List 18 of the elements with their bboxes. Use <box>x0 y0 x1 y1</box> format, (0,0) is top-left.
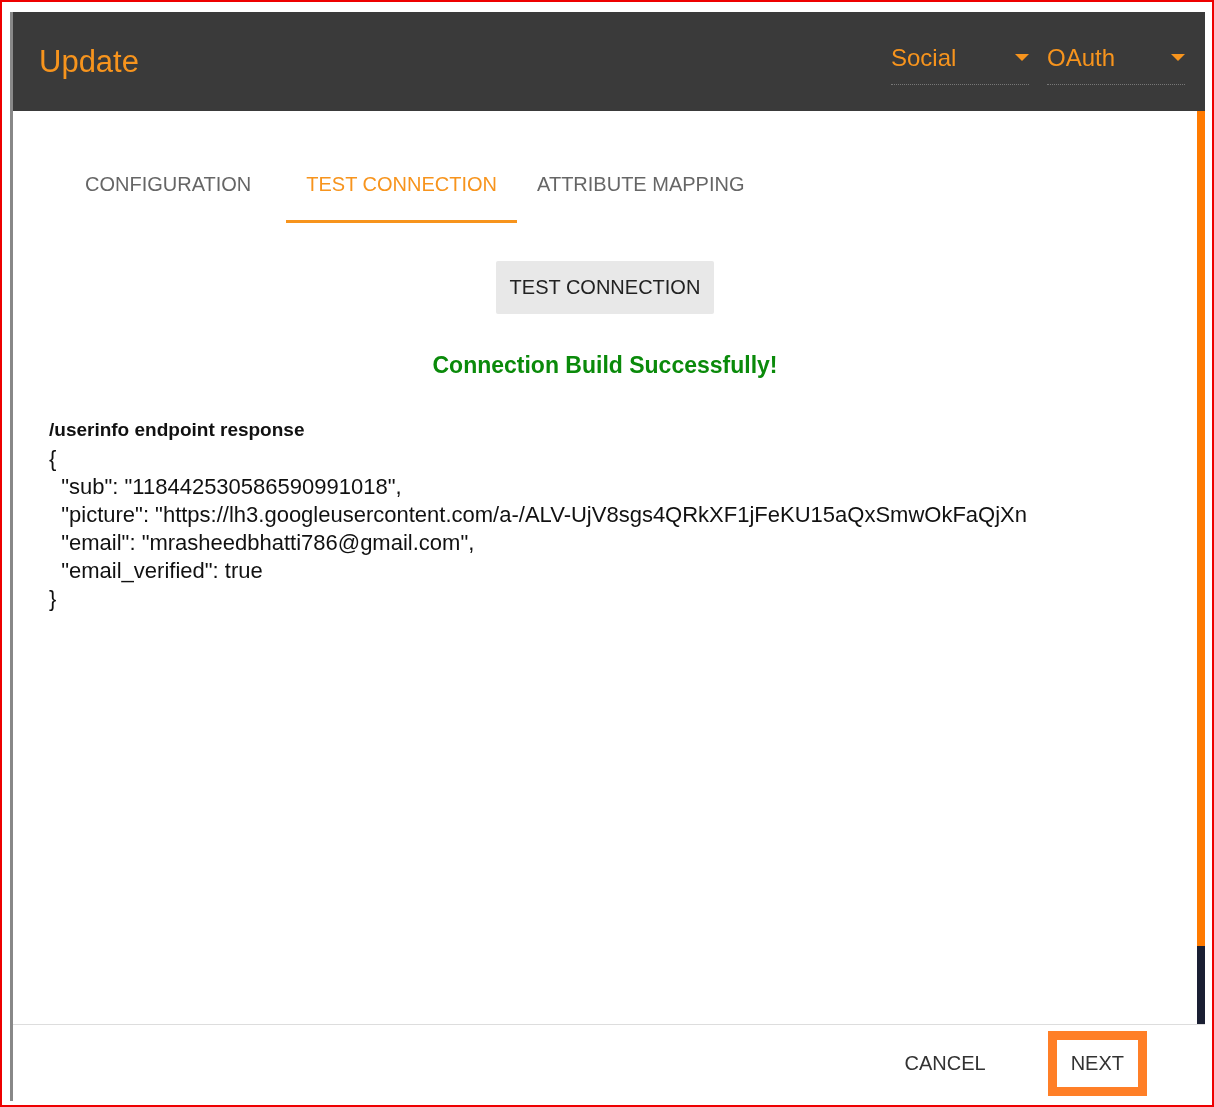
response-line: "email_verified": true <box>60 557 264 585</box>
tab[interactable]: ATTRIBUTE MAPPING <box>517 161 765 223</box>
response-line: { <box>49 445 58 473</box>
response-line: "picture": "https://lh3.googleusercontent.com/a-/ALV-UjV8sgs4QRkXF1jFeKU15aQxSmwOkFaQjXn <box>60 501 1028 529</box>
caret-icon <box>1171 54 1185 62</box>
dropdown[interactable]: Social <box>891 38 1029 85</box>
response-heading: /userinfo endpoint response <box>49 419 306 441</box>
dialog-title: Update <box>39 43 139 80</box>
response-line: "sub": "118442530586590991018", <box>60 473 403 501</box>
caret-icon <box>1015 54 1029 62</box>
next-button[interactable]: NEXT <box>1047 1030 1147 1096</box>
scrollbar[interactable] <box>1197 111 1205 1024</box>
response-line: "email": "mrasheedbhatti786@gmail.com", <box>60 529 476 557</box>
tab[interactable]: CONFIGURATION <box>65 161 272 223</box>
dropdown[interactable]: OAuth <box>1047 38 1185 85</box>
success-message: Connection Build Successfully! <box>431 352 779 379</box>
response-line: } <box>49 585 58 613</box>
test-connection-button[interactable]: TEST CONNECTION <box>495 261 715 314</box>
